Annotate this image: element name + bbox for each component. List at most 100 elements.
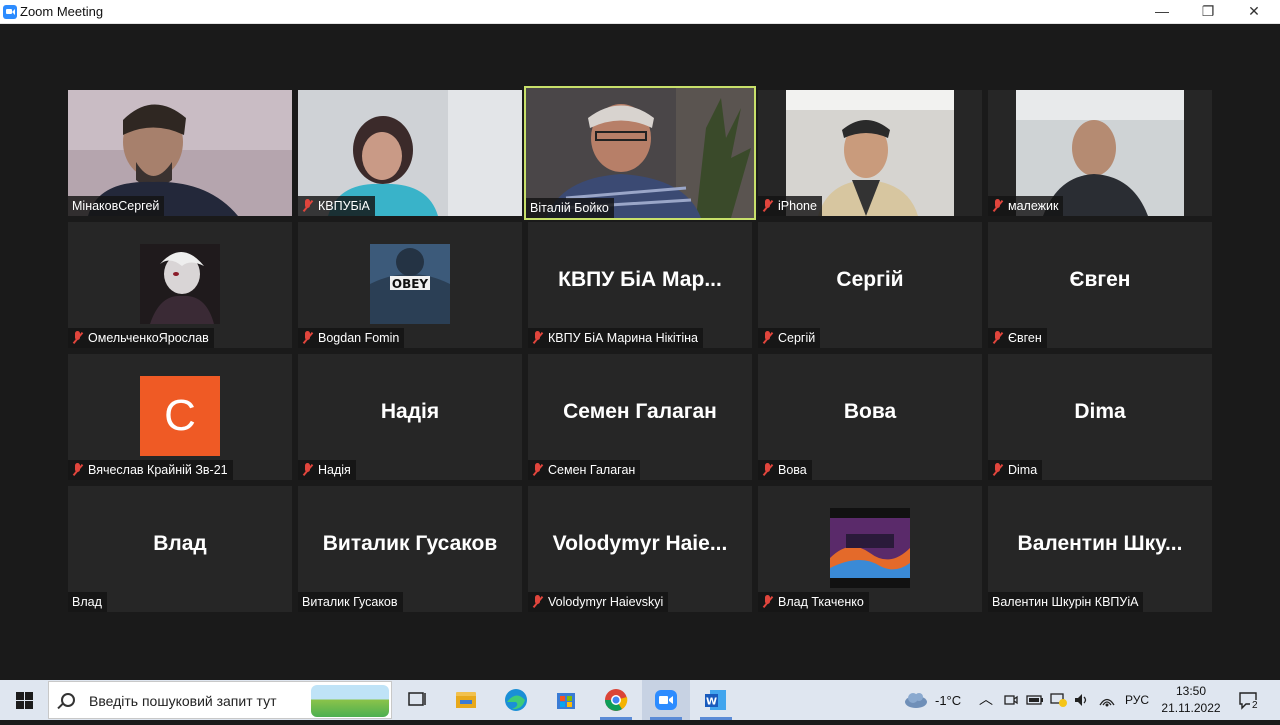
volume-icon[interactable] (1073, 692, 1091, 708)
search-placeholder: Введіть пошуковий запит тут (89, 693, 277, 709)
participant-tile-active-speaker[interactable]: Віталій Бойко (524, 86, 756, 220)
mic-muted-icon (762, 595, 774, 609)
participant-name-label: Влад (68, 592, 107, 612)
participant-name-label: Volodymyr Haievskyi (528, 592, 669, 612)
mic-muted-icon (762, 331, 774, 345)
participant-tile[interactable]: Сергій Сергій (758, 222, 982, 348)
show-hidden-icons-chevron-icon[interactable]: ︿ (979, 689, 993, 709)
participant-tile[interactable]: Євген Євген (988, 222, 1212, 348)
network-warning-icon[interactable] (1050, 692, 1068, 708)
participant-name: Семен Галаган (548, 463, 636, 477)
edge-icon (505, 689, 527, 711)
meet-now-icon[interactable] (1003, 692, 1019, 708)
participant-name-label: Влад Ткаченко (758, 592, 869, 612)
participant-name-label: Вова (758, 460, 812, 480)
windows-logo-icon-part (25, 701, 33, 709)
participant-name-label: Bogdan Fomin (298, 328, 405, 348)
zoom-taskbar-button[interactable] (642, 680, 690, 720)
participant-tile[interactable]: Валентин Шку... Валентин Шкурін КВПУіА (988, 486, 1212, 612)
chrome-icon (605, 689, 628, 711)
input-language-indicator[interactable]: РУС (1125, 693, 1149, 707)
search-highlight-image (311, 685, 389, 717)
participant-display-name: Виталик Гусаков (322, 532, 498, 555)
participant-display-name: Надія (380, 400, 440, 423)
participant-name-label: малежик (988, 196, 1064, 216)
word-button[interactable]: W (692, 680, 740, 720)
participant-name: Сергій (778, 331, 816, 345)
profile-picture (140, 244, 220, 324)
participant-tile[interactable]: С Вячеслав Крайній Зв-21 (68, 354, 292, 480)
participant-tile[interactable]: OBEY Bogdan Fomin (298, 222, 522, 348)
profile-picture: OBEY (370, 244, 450, 324)
close-button[interactable]: ✕ (1231, 0, 1277, 23)
store-button[interactable] (542, 680, 590, 720)
profile-picture (830, 508, 910, 588)
participant-name-label: КВПУ БіА Марина Нікітіна (528, 328, 703, 348)
window-titlebar: Zoom Meeting — ❐ ✕ (0, 0, 1280, 24)
participant-tile[interactable]: Вова Вова (758, 354, 982, 480)
taskbar-search-box[interactable]: Введіть пошуковий запит тут (48, 681, 392, 719)
participant-name: Влад Ткаченко (778, 595, 864, 609)
participant-tile[interactable]: Виталик Гусаков Виталик Гусаков (298, 486, 522, 612)
participant-name: МінаковСергей (72, 199, 160, 213)
mic-muted-icon (302, 463, 314, 477)
participant-name-label: Виталик Гусаков (298, 592, 403, 612)
participant-tile[interactable]: Влад Ткаченко (758, 486, 982, 612)
window-title: Zoom Meeting (20, 4, 104, 19)
participant-name-label: Євген (988, 328, 1047, 348)
edge-browser-button[interactable] (492, 680, 540, 720)
zoom-icon (655, 690, 677, 710)
wifi-icon[interactable] (1098, 692, 1116, 708)
windows-logo-icon (16, 692, 24, 700)
notification-count-badge: 2 (1250, 700, 1260, 711)
windows-taskbar: Введіть пошуковий запит тут W -1°C ︿ РУС… (0, 680, 1280, 720)
chrome-button[interactable] (592, 680, 640, 720)
participant-display-name: Влад (153, 532, 207, 555)
participant-name: малежик (1008, 199, 1059, 213)
participant-tile[interactable]: Надія Надія (298, 354, 522, 480)
taskbar-clock[interactable]: 13:50 21.11.2022 (1158, 683, 1224, 717)
participant-name-label: Сергій (758, 328, 821, 348)
participant-name-label: Семен Галаган (528, 460, 641, 480)
participant-name-label: Вячеслав Крайній Зв-21 (68, 460, 233, 480)
mic-muted-icon (302, 199, 314, 213)
restore-button[interactable]: ❐ (1185, 0, 1231, 23)
participant-name-label: Віталій Бойко (526, 198, 614, 218)
file-explorer-button[interactable] (442, 680, 490, 720)
weather-temperature[interactable]: -1°C (935, 693, 961, 708)
participant-name: Валентин Шкурін КВПУіА (992, 595, 1139, 609)
minimize-button[interactable]: — (1139, 0, 1185, 23)
participant-tile[interactable]: МінаковСергей (68, 90, 292, 216)
battery-icon[interactable] (1026, 693, 1044, 707)
participant-tile[interactable]: КВПУ БіА Мар... КВПУ БіА Марина Нікітіна (528, 222, 752, 348)
participant-tile[interactable]: малежик (988, 90, 1212, 216)
participant-name: Dima (1008, 463, 1038, 477)
participant-tile[interactable]: Влад Влад (68, 486, 292, 612)
participant-name: Виталик Гусаков (302, 595, 398, 609)
participant-name-label: Валентин Шкурін КВПУіА (988, 592, 1144, 612)
participant-name-label: МінаковСергей (68, 196, 165, 216)
participant-tile[interactable]: Семен Галаган Семен Галаган (528, 354, 752, 480)
gallery-view: МінаковСергей КВПУБіА Віталій Бойко iPho… (0, 24, 1280, 680)
search-icon (61, 693, 75, 707)
participant-display-name: КВПУ БіА Мар... (558, 268, 722, 291)
task-view-button[interactable] (392, 680, 440, 720)
participant-display-name: Сергій (836, 268, 904, 291)
participant-name-label: Dima (988, 460, 1043, 480)
word-icon: W (705, 690, 726, 710)
mic-muted-icon (532, 595, 544, 609)
participant-display-name: Валентин Шку... (1017, 532, 1183, 555)
participant-name: КВПУ БіА Марина Нікітіна (548, 331, 698, 345)
participant-tile[interactable]: Volodymyr Haie... Volodymyr Haievskyi (528, 486, 752, 612)
participant-tile[interactable]: Dima Dima (988, 354, 1212, 480)
weather-cloud-icon (905, 693, 927, 708)
participant-tile[interactable]: КВПУБіА (298, 90, 522, 216)
participant-tile[interactable]: iPhone (758, 90, 982, 216)
windows-logo-icon-part (25, 692, 33, 700)
mic-muted-icon (72, 463, 84, 477)
task-view-icon (408, 692, 426, 706)
svg-text:W: W (706, 697, 717, 708)
start-button[interactable] (0, 680, 48, 720)
store-icon (557, 693, 575, 709)
participant-tile[interactable]: ОмельченкоЯрослав (68, 222, 292, 348)
